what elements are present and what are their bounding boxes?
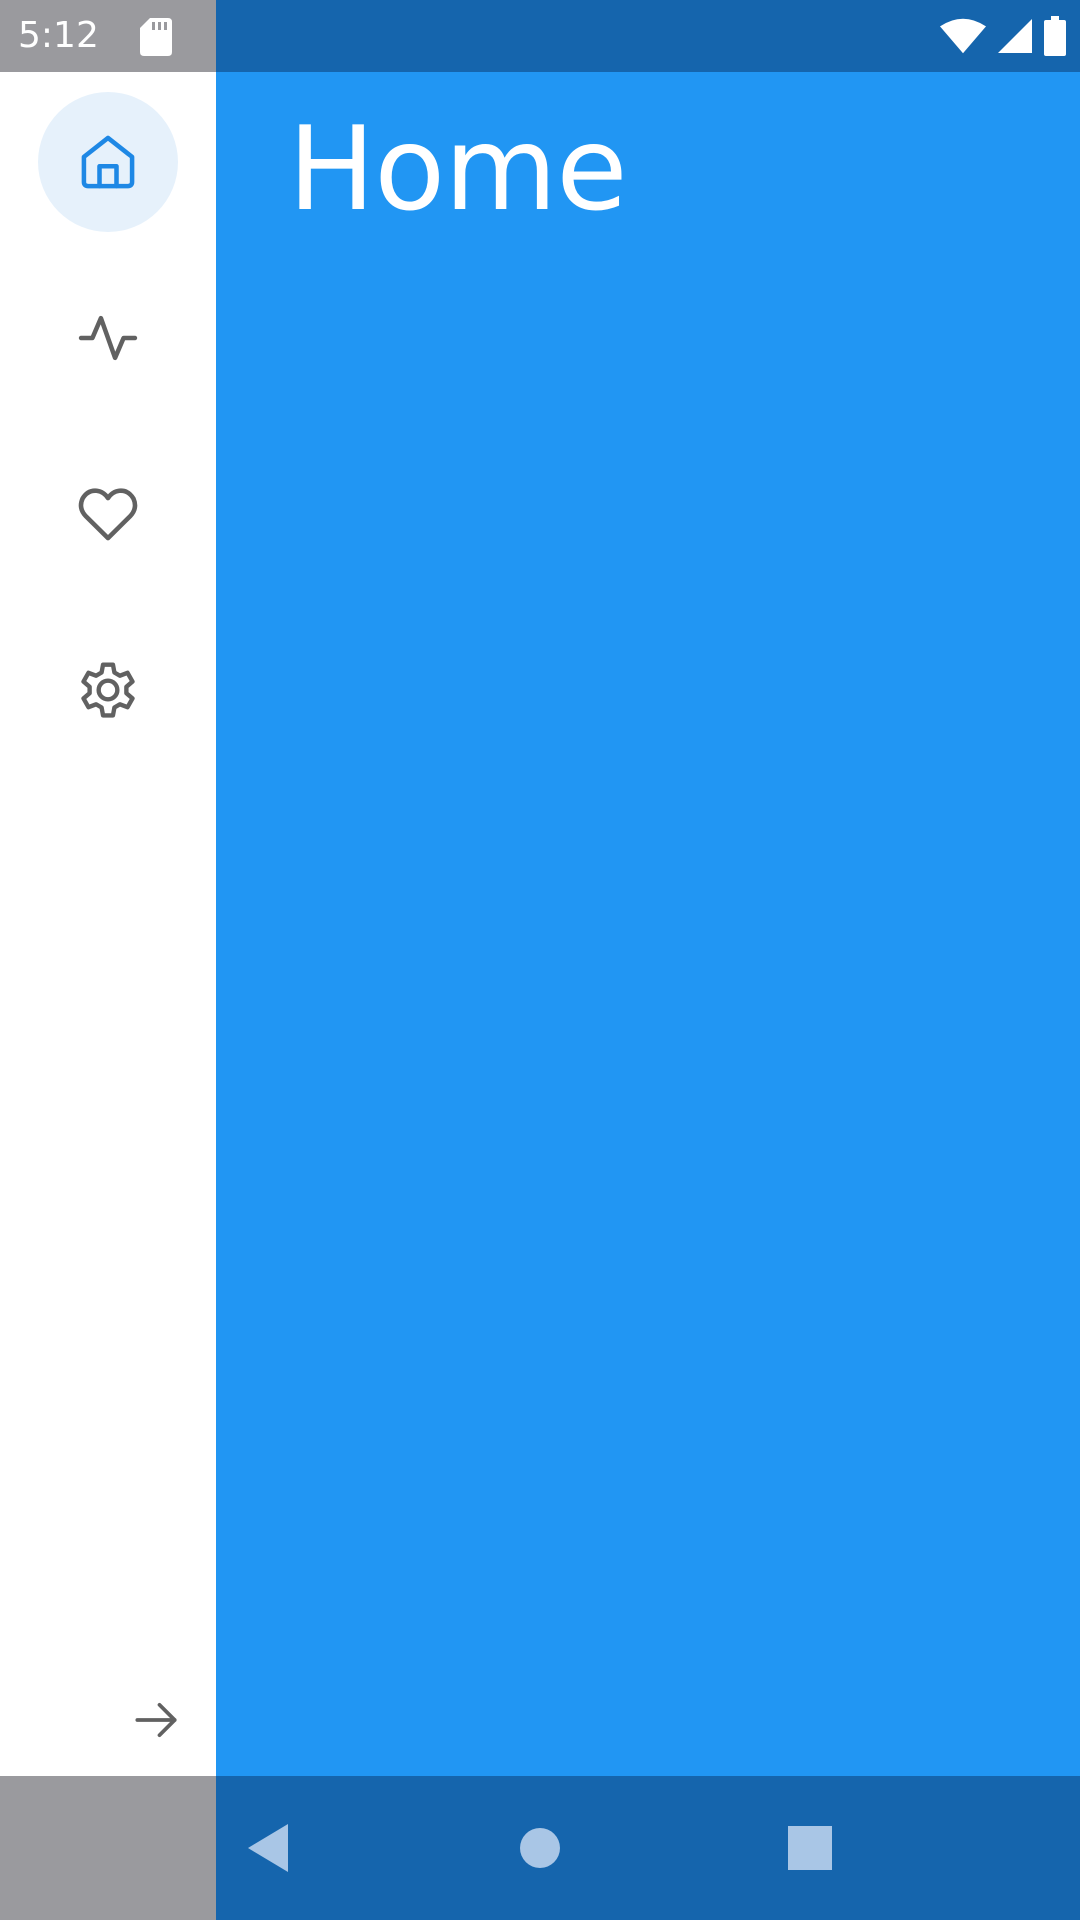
main-content: Home: [216, 72, 1080, 1776]
nav-bar-scrim: [0, 1776, 216, 1920]
side-navigation-rail: [0, 72, 216, 1776]
status-bar: 5:12: [0, 0, 1080, 72]
cell-signal-icon: [998, 19, 1032, 53]
app-screen: 5:12 Home: [0, 0, 1080, 1920]
recents-square-icon: [788, 1826, 832, 1870]
rail-item-home[interactable]: [38, 92, 178, 232]
home-icon: [81, 135, 135, 189]
back-icon: [248, 1824, 288, 1872]
activity-pulse-icon: [78, 315, 138, 361]
expand-rail-button[interactable]: [120, 1684, 192, 1756]
rail-item-activity[interactable]: [38, 268, 178, 408]
home-nav-button[interactable]: [504, 1812, 576, 1884]
rail-item-settings[interactable]: [38, 620, 178, 760]
gear-icon: [81, 662, 135, 718]
sd-card-icon: [140, 18, 172, 56]
wifi-icon: [940, 18, 986, 54]
recents-button[interactable]: [774, 1812, 846, 1884]
status-time: 5:12: [18, 15, 99, 56]
home-circle-icon: [520, 1828, 560, 1868]
page-title: Home: [288, 102, 628, 237]
system-navigation-bar: [0, 1776, 1080, 1920]
heart-icon: [78, 488, 138, 541]
back-button[interactable]: [232, 1812, 304, 1884]
rail-item-favorites[interactable]: [38, 444, 178, 584]
battery-icon: [1044, 16, 1066, 56]
arrow-right-icon: [135, 1702, 177, 1738]
status-icons: [940, 14, 1066, 58]
